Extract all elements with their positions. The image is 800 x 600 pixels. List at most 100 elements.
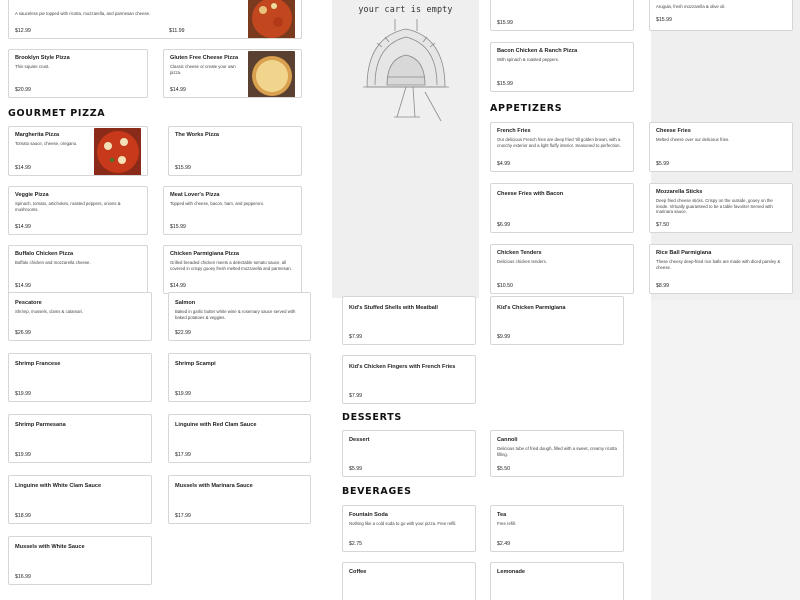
menu-item-gluten-free-pizza[interactable]: Gluten Free Cheese Pizza Classic cheese … [163,49,302,98]
menu-item-top-col3[interactable]: $15.99 [490,0,634,31]
menu-item-italian-tomato-pie[interactable]: $11.99 [163,0,302,39]
item-description: Grilled breaded chicken meets a delectab… [170,260,292,271]
menu-item-coffee[interactable]: Coffee [342,562,476,600]
item-name: Mozzarella Sticks [656,189,703,195]
cart-panel: your cart is empty [332,0,479,298]
item-description: Spinach, tomato, artichokes, roasted pep… [15,201,121,212]
item-price: $2.49 [497,541,510,547]
item-price: $19.99 [15,452,31,458]
menu-item-cheese-fries[interactable]: Cheese Fries Melted cheese over our deli… [649,122,793,172]
pizza-image [94,128,141,175]
item-name: Dessert [349,437,370,443]
item-price: $26.99 [15,330,31,336]
menu-item-meat-lovers-pizza[interactable]: Meat Lover's Pizza Topped with cheese, b… [163,186,302,235]
item-price: $11.99 [169,28,185,34]
item-price: $6.99 [497,222,510,228]
menu-item-chicken-tenders[interactable]: Chicken Tenders Delicious chicken tender… [490,244,634,294]
menu-item-top-col4[interactable]: Arugula, fresh mozzarella & olive oil. $… [649,0,793,31]
menu-item-mozzarella-sticks[interactable]: Mozzarella Sticks Deep fried cheese stic… [649,183,793,233]
menu-item-linguine-red-clam[interactable]: Linguine with Red Clam Sauce $17.99 [168,414,311,463]
item-price: $15.99 [497,20,513,26]
item-price: $19.99 [15,391,31,397]
item-name: Margherita Pizza [15,132,60,138]
item-name: Bacon Chicken & Ranch Pizza [497,48,578,54]
menu-item-dessert[interactable]: Dessert $5.99 [342,430,476,477]
item-price: $22.99 [175,330,191,336]
menu-item-kids-chicken-parmigiana[interactable]: Kid's Chicken Parmigiana $9.99 [490,296,624,345]
menu-item-mussels-white-sauce[interactable]: Mussels with White Sauce $16.99 [8,536,152,585]
item-name: Shrimp Scampi [175,361,216,367]
item-description: Melted cheese over our delicious fries. [656,137,730,142]
menu-item-shrimp-scampi[interactable]: Shrimp Scampi $19.99 [168,353,311,402]
item-price: $17.99 [175,452,191,458]
item-price: $14.99 [15,165,31,171]
menu-item-pescatore[interactable]: Pescatore Shrimp, mussels, clams & calam… [8,292,152,341]
item-name: Mussels with White Sauce [15,544,85,550]
menu-item-cheese-fries-bacon[interactable]: Cheese Fries with Bacon $6.99 [490,183,634,233]
item-description: Classic cheese or create your own pizza. [170,64,236,75]
item-name: Cheese Fries [656,128,691,134]
item-name: Coffee [349,569,367,575]
menu-item-margherita-pizza[interactable]: Margherita Pizza Tomato sauce, cheese, o… [8,126,148,176]
menu-item-chicken-parmigiana-pizza[interactable]: Chicken Parmigiana Pizza Grilled breaded… [163,245,302,294]
item-name: Fountain Soda [349,512,388,518]
item-price: $10.50 [497,283,513,289]
item-price: $7.50 [656,222,669,228]
item-name: Kid's Chicken Fingers with French Fries [349,364,456,370]
item-description: Our delicious French fries are deep frie… [497,137,621,148]
menu-item-lemonade[interactable]: Lemonade [490,562,624,600]
item-price: $14.99 [15,283,31,289]
menu-item-buffalo-chicken-pizza[interactable]: Buffalo Chicken Pizza Buffalo chicken an… [8,245,148,294]
item-price: $19.99 [175,391,191,397]
section-title-appetizers: APPETIZERS [490,103,563,114]
menu-item-brooklyn-pizza[interactable]: Brooklyn Style Pizza Thin square crust. … [8,49,148,98]
item-name: Veggie Pizza [15,192,49,198]
item-price: $5.50 [497,466,510,472]
item-description: Shrimp, mussels, clams & calamari. [15,309,84,314]
item-name: Cannoli [497,437,518,443]
menu-item-kids-chicken-fingers[interactable]: Kid's Chicken Fingers with French Fries … [342,355,476,404]
section-title-gourmet-pizza: GOURMET PIZZA [8,108,106,119]
pizza-image [248,51,295,97]
item-name: Shrimp Parmesana [15,422,66,428]
item-price: $14.99 [170,87,186,93]
menu-item-kids-stuffed-shells[interactable]: Kid's Stuffed Shells with Meatball $7.99 [342,296,476,345]
item-name: Cheese Fries with Bacon [497,191,564,197]
item-price: $4.99 [497,161,510,167]
menu-item-shrimp-parmesana[interactable]: Shrimp Parmesana $19.99 [8,414,152,463]
item-name: Gluten Free Cheese Pizza [170,55,239,61]
menu-item-mussels-marinara[interactable]: Mussels with Marinara Sauce $17.99 [168,475,311,524]
item-name: Chicken Tenders [497,250,542,256]
item-name: Shrimp Francese [15,361,61,367]
item-description: Delicious chicken tenders. [497,259,547,264]
item-description: Thin square crust. [15,64,50,69]
item-description: Tomato sauce, cheese, oregano. [15,141,78,146]
menu-item-works-pizza[interactable]: The Works Pizza $15.99 [168,126,302,176]
item-name: Pescatore [15,300,42,306]
item-name: Lemonade [497,569,525,575]
menu-item-tea[interactable]: Tea Free refill. $2.49 [490,505,624,552]
item-description: Delicious tube of fried dough, filled wi… [497,446,617,457]
item-price: $5.99 [656,161,669,167]
menu-item-rice-ball-parmigiana[interactable]: Rice Ball Parmigiana These cheesy deep-f… [649,244,793,294]
item-price: $2.75 [349,541,362,547]
item-price: $5.99 [349,466,362,472]
item-price: $18.99 [15,513,31,519]
item-price: $16.99 [15,574,31,580]
item-price: $17.99 [175,513,191,519]
menu-item-cannoli[interactable]: Cannoli Delicious tube of fried dough, f… [490,430,624,477]
menu-item-french-fries[interactable]: French Fries Our delicious French fries … [490,122,634,172]
menu-item-fountain-soda[interactable]: Fountain Soda Nothing like a cold soda t… [342,505,476,552]
menu-item-salmon[interactable]: Salmon Baked in garlic butter white wine… [168,292,311,341]
menu-item-veggie-pizza[interactable]: Veggie Pizza Spinach, tomato, artichokes… [8,186,148,235]
item-price: $15.99 [170,224,186,230]
item-name: Rice Ball Parmigiana [656,250,712,256]
menu-item-linguine-white-clam[interactable]: Linguine with White Clam Sauce $18.99 [8,475,152,524]
item-name: Brooklyn Style Pizza [15,55,70,61]
item-description: Arugula, fresh mozzarella & olive oil. [656,4,726,9]
item-name: Kid's Chicken Parmigiana [497,305,566,311]
pizza-oven-icon [363,19,449,121]
menu-item-bacon-chicken-ranch-pizza[interactable]: Bacon Chicken & Ranch Pizza With spinach… [490,42,634,92]
menu-item-shrimp-francese[interactable]: Shrimp Francese $19.99 [8,353,152,402]
item-price: $7.99 [349,393,362,399]
